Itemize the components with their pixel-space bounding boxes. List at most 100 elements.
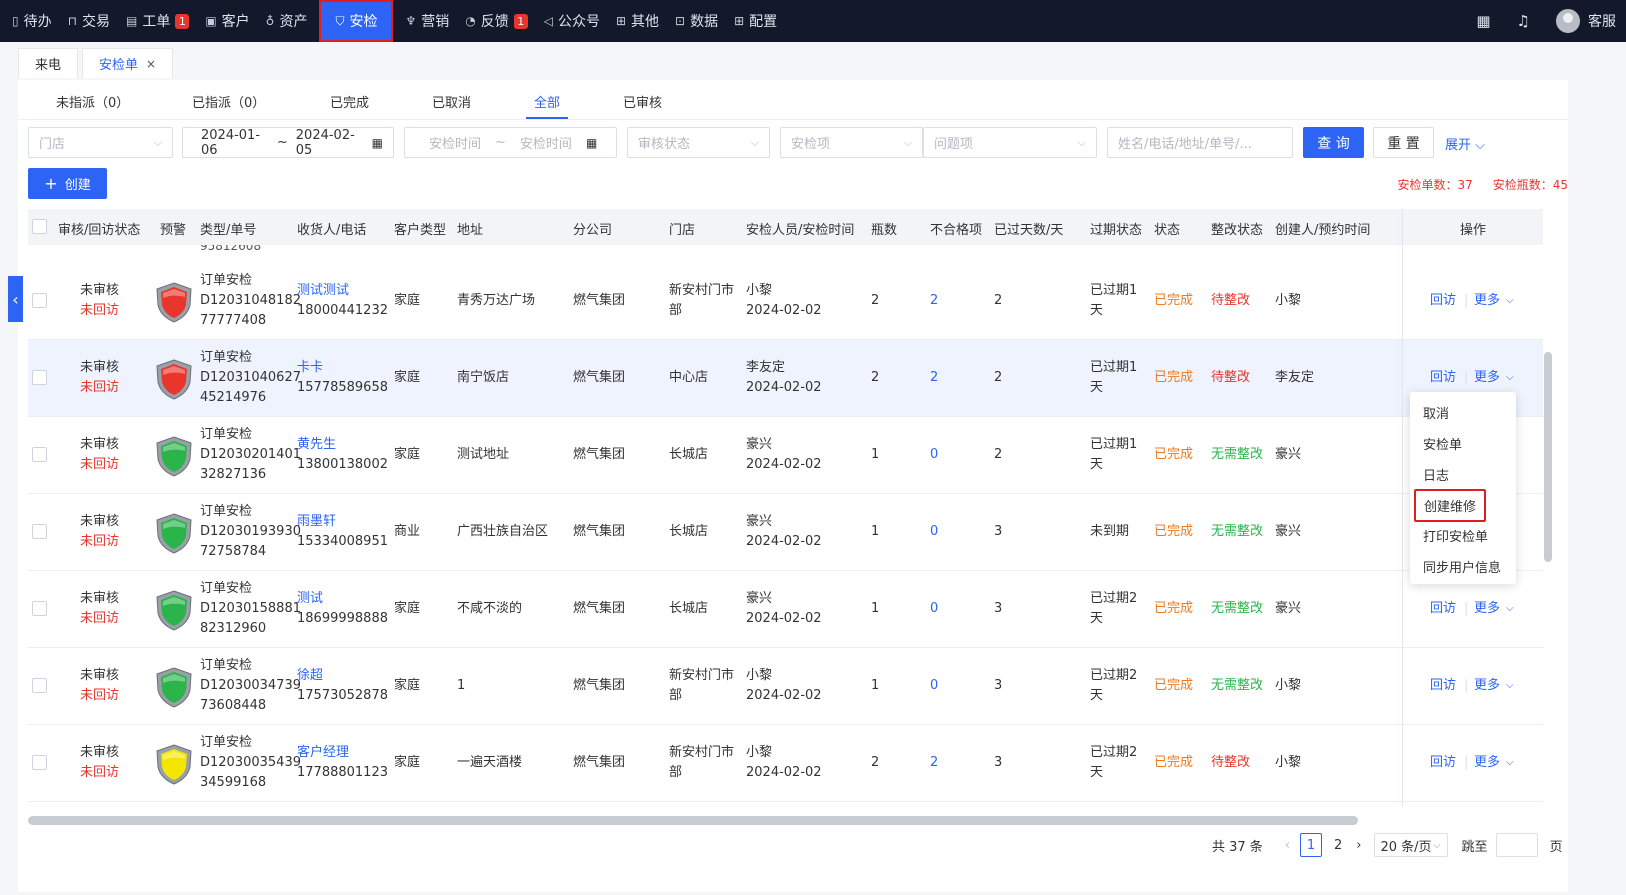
problem-item-select[interactable]: 问题项 ⌵ bbox=[923, 127, 1097, 158]
failed-items[interactable]: 0 bbox=[930, 676, 938, 696]
failed-items[interactable]: 0 bbox=[930, 599, 938, 619]
horizontal-scrollbar[interactable] bbox=[28, 816, 1358, 825]
check-time-range-picker[interactable]: 安检时间 ~ 安检时间 ▦ bbox=[404, 127, 617, 158]
menu-item-create-repair[interactable]: 创建维修 bbox=[1414, 489, 1487, 522]
nav-item-7[interactable]: ◔ 反馈 1 bbox=[457, 0, 535, 42]
inspection-table: 审核/回访状态 预警 类型/单号 收货人/电话 客户类型 地址 分公司 门店 安… bbox=[28, 209, 1568, 807]
date-range-picker[interactable]: 2024-01-06 ~ 2024-02-05 ▦ bbox=[182, 127, 394, 158]
menu-item-inspection-form[interactable]: 安检单 bbox=[1423, 434, 1462, 453]
address: 不咸不淡的 bbox=[457, 601, 523, 616]
search-input[interactable]: 姓名/电话/地址/单号/... bbox=[1107, 127, 1293, 158]
nav-item-11[interactable]: ⊞ 配置 bbox=[726, 0, 785, 42]
page-tab-call[interactable]: 来电 bbox=[18, 48, 79, 78]
receiver-name[interactable]: 徐超 bbox=[297, 666, 323, 686]
tab-cancelled[interactable]: 已取消 bbox=[432, 92, 471, 111]
receiver-name[interactable]: 雨墨轩 bbox=[297, 512, 336, 532]
more-link[interactable]: 更多 bbox=[1474, 599, 1500, 619]
check-item-select[interactable]: 安检项 ⌵ bbox=[780, 127, 923, 158]
create-button[interactable]: + 创建 bbox=[28, 168, 107, 199]
nav-item-3[interactable]: ▣ 客户 bbox=[197, 0, 257, 42]
nav-item-2[interactable]: ▤ 工单 1 bbox=[118, 0, 197, 42]
row-checkbox[interactable] bbox=[32, 447, 47, 462]
revisit-link[interactable]: 回访 bbox=[1430, 368, 1456, 388]
nav-item-8[interactable]: ◁ 公众号 bbox=[536, 0, 608, 42]
revisit-link[interactable]: 回访 bbox=[1430, 676, 1456, 696]
qrcode-icon[interactable]: ▦ bbox=[1476, 12, 1490, 30]
next-page-icon[interactable]: › bbox=[1356, 838, 1361, 853]
more-link[interactable]: 更多 bbox=[1474, 676, 1500, 696]
revisit-link[interactable]: 回访 bbox=[1430, 753, 1456, 773]
more-link[interactable]: 更多 bbox=[1474, 368, 1500, 388]
order-number: D12031040627 bbox=[200, 370, 301, 385]
receiver-name[interactable]: 测试 bbox=[297, 589, 323, 609]
prev-page-icon[interactable]: ‹ bbox=[1285, 838, 1290, 853]
expand-link[interactable]: 展开 ⌵ bbox=[1445, 134, 1485, 153]
close-icon[interactable]: × bbox=[146, 57, 156, 71]
jump-page-input[interactable] bbox=[1495, 833, 1538, 857]
failed-items[interactable]: 2 bbox=[930, 753, 938, 773]
table-row[interactable]: 未审核 未回访 订单安检 D12030193930 72758784 雨墨轩 1533400… bbox=[28, 494, 1543, 571]
nav-item-9[interactable]: ⊞ 其他 bbox=[608, 0, 667, 42]
page-2[interactable]: 2 bbox=[1334, 838, 1342, 853]
fixed-column-divider bbox=[1402, 209, 1403, 807]
table-row[interactable]: 未审核 未回访 订单安检 D12030034739 73608448 徐超 17573052… bbox=[28, 648, 1543, 725]
page-1[interactable]: 1 bbox=[1300, 833, 1323, 857]
failed-items[interactable]: 0 bbox=[930, 445, 938, 465]
row-checkbox[interactable] bbox=[32, 524, 47, 539]
tab-completed[interactable]: 已完成 bbox=[330, 92, 369, 111]
table-row[interactable]: 未审核 未回访 订单安检 D12031048182 77777408 测试测试 180004… bbox=[28, 263, 1543, 340]
row-checkbox[interactable] bbox=[32, 755, 47, 770]
branch: 燃气集团 bbox=[573, 370, 626, 385]
failed-items[interactable]: 0 bbox=[930, 522, 938, 542]
receiver-name[interactable]: 客户经理 bbox=[297, 743, 349, 763]
tab-assigned[interactable]: 已指派（0） bbox=[192, 92, 265, 111]
menu-item-cancel[interactable]: 取消 bbox=[1423, 403, 1449, 422]
receiver-name[interactable]: 测试测试 bbox=[297, 281, 349, 301]
nav-item-4[interactable]: ♁ 资产 bbox=[258, 0, 316, 42]
tab-unassigned[interactable]: 未指派（0） bbox=[56, 92, 129, 111]
revisit-link[interactable]: 回访 bbox=[1430, 291, 1456, 311]
store-select[interactable]: 门店 ⌵ bbox=[28, 127, 173, 158]
store-suffix: 部 bbox=[669, 765, 683, 780]
bell-icon[interactable]: ♫ bbox=[1517, 12, 1530, 30]
table-row[interactable]: 未审核 未回访 订单安检 D12030201401 32827136 黄先生 1380013… bbox=[28, 417, 1543, 494]
action-separator: | bbox=[1464, 755, 1469, 770]
fix-status: 无需整改 bbox=[1211, 447, 1264, 462]
user-menu[interactable]: 客服 bbox=[1556, 9, 1616, 33]
table-row[interactable]: 未审核 未回访 订单安检 D12030158881 82312960 测试 18699998… bbox=[28, 571, 1543, 648]
row-checkbox[interactable] bbox=[32, 678, 47, 693]
menu-item-print[interactable]: 打印安检单 bbox=[1423, 526, 1488, 545]
row-checkbox[interactable] bbox=[32, 601, 47, 616]
audit-status-select[interactable]: 审核状态 ⌵ bbox=[627, 127, 770, 158]
sidebar-toggle[interactable]: ‹ bbox=[8, 276, 23, 322]
reset-button[interactable]: 重 置 bbox=[1373, 127, 1434, 158]
order-status: 已完成 bbox=[1154, 524, 1194, 539]
failed-items[interactable]: 2 bbox=[930, 291, 938, 311]
nav-item-0[interactable]: ▯ 待办 bbox=[4, 0, 60, 42]
query-button[interactable]: 查 询 bbox=[1303, 127, 1364, 158]
more-link[interactable]: 更多 bbox=[1474, 753, 1500, 773]
page-size-select[interactable]: 20 条/页 ⌵ bbox=[1373, 833, 1448, 857]
table-row[interactable]: 未审核 未回访 订单安检 D12031040627 45214976 卡卡 15778589… bbox=[28, 340, 1543, 417]
receiver-name[interactable]: 黄先生 bbox=[297, 435, 336, 455]
menu-item-sync-user[interactable]: 同步用户信息 bbox=[1423, 557, 1501, 576]
row-checkbox[interactable] bbox=[32, 293, 47, 308]
nav-item-6[interactable]: ♆ 营销 bbox=[397, 0, 457, 42]
select-all-checkbox[interactable] bbox=[32, 219, 47, 234]
receiver-name[interactable]: 卡卡 bbox=[297, 358, 323, 378]
more-link[interactable]: 更多 bbox=[1474, 291, 1500, 311]
store: 新安村门市 bbox=[669, 668, 735, 683]
header-store: 门店 bbox=[669, 223, 696, 238]
vertical-scrollbar[interactable] bbox=[1544, 352, 1552, 562]
tab-all[interactable]: 全部 bbox=[525, 92, 569, 119]
nav-item-5[interactable]: ⛉ 安检 bbox=[319, 0, 394, 42]
row-checkbox[interactable] bbox=[32, 370, 47, 385]
page-tab-inspection[interactable]: 安检单 × bbox=[82, 48, 174, 78]
nav-item-10[interactable]: ⊡ 数据 bbox=[667, 0, 726, 42]
revisit-link[interactable]: 回访 bbox=[1430, 599, 1456, 619]
nav-item-1[interactable]: ⊓ 交易 bbox=[60, 0, 118, 42]
menu-item-log[interactable]: 日志 bbox=[1423, 465, 1449, 484]
table-row[interactable]: 未审核 未回访 订单安检 D12030035439 34599168 客户经理 177888… bbox=[28, 725, 1543, 802]
tab-audited[interactable]: 已审核 bbox=[623, 92, 662, 111]
failed-items[interactable]: 2 bbox=[930, 368, 938, 388]
